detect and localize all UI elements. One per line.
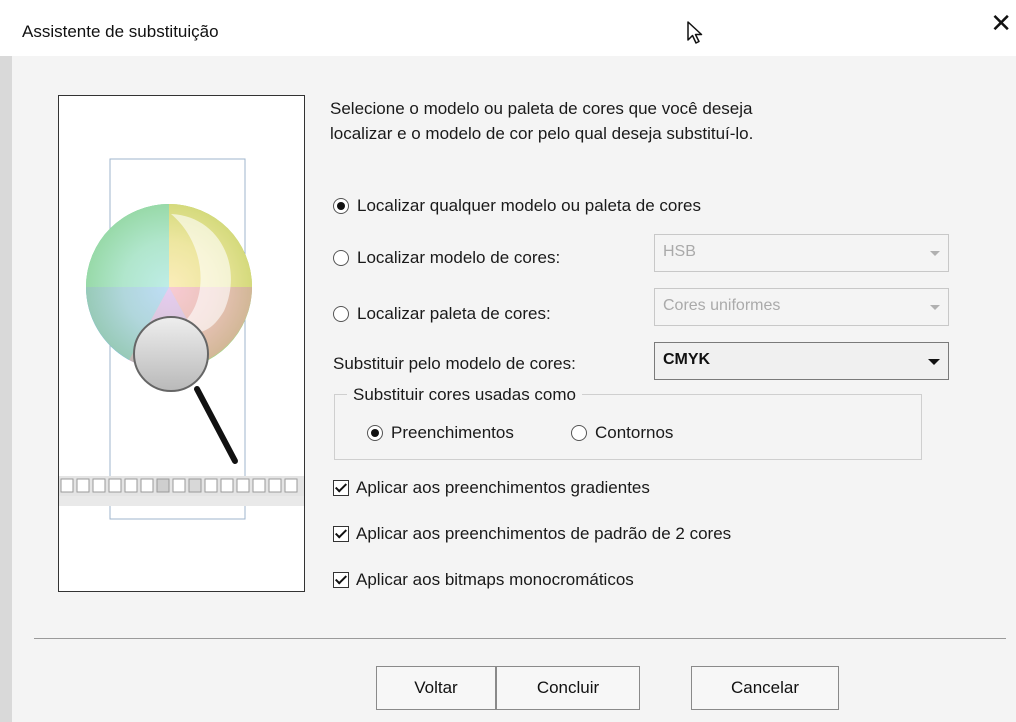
replace-usage-group: Substituir cores usadas como Preenchimen… (334, 385, 922, 460)
check-gradients[interactable]: Aplicar aos preenchimentos gradientes (333, 478, 650, 498)
radio-fills[interactable]: Preenchimentos (367, 423, 514, 443)
divider (34, 638, 1006, 639)
dropdown-arrow-icon (930, 251, 940, 256)
dialog-title: Assistente de substituição (22, 22, 219, 41)
radio-find-palette-label: Localizar paleta de cores: (357, 304, 551, 323)
checkbox[interactable] (333, 480, 349, 496)
radio-button[interactable] (367, 425, 383, 441)
title-bar: Assistente de substituição ✕ (0, 0, 1016, 56)
close-icon[interactable]: ✕ (990, 10, 1012, 36)
instructions-line-1: Selecione o modelo ou paleta de cores qu… (330, 99, 753, 118)
replace-model-label: Substituir pelo modelo de cores: (333, 354, 576, 373)
radio-find-any-label: Localizar qualquer modelo ou paleta de c… (357, 196, 702, 215)
radio-outlines[interactable]: Contornos (571, 423, 673, 443)
checkbox[interactable] (333, 526, 349, 542)
radio-find-model-label: Localizar modelo de cores: (357, 248, 561, 267)
check-gradients-label: Aplicar aos preenchimentos gradientes (356, 478, 650, 497)
radio-button[interactable] (333, 306, 349, 322)
cursor-icon (686, 20, 706, 51)
back-button[interactable]: Voltar (376, 666, 496, 710)
check-two-color-label: Aplicar aos preenchimentos de padrão de … (356, 524, 732, 543)
check-two-color[interactable]: Aplicar aos preenchimentos de padrão de … (333, 524, 731, 544)
replace-model-select[interactable]: CMYK (654, 342, 949, 380)
find-palette-select[interactable]: Cores uniformes (654, 288, 949, 326)
radio-find-model[interactable]: Localizar modelo de cores: (333, 248, 560, 268)
wizard-illustration (58, 95, 305, 592)
radio-find-any[interactable]: Localizar qualquer modelo ou paleta de c… (333, 196, 701, 216)
radio-button[interactable] (333, 198, 349, 214)
check-mono-bitmaps[interactable]: Aplicar aos bitmaps monocromáticos (333, 570, 634, 590)
checkbox[interactable] (333, 572, 349, 588)
replace-wizard-dialog: Assistente de substituição ✕ Selecione o… (0, 0, 1016, 722)
radio-button[interactable] (571, 425, 587, 441)
find-palette-value: Cores uniformes (663, 297, 781, 314)
dropdown-arrow-icon (928, 359, 940, 365)
dropdown-arrow-icon (930, 305, 940, 310)
instructions-line-2: localizar e o modelo de cor pelo qual de… (330, 124, 754, 143)
find-model-select[interactable]: HSB (654, 234, 949, 272)
find-model-value: HSB (663, 243, 696, 260)
instructions-text: Selecione o modelo ou paleta de cores qu… (330, 96, 890, 146)
radio-outlines-label: Contornos (595, 423, 674, 442)
replace-model-value: CMYK (663, 351, 711, 368)
cancel-button[interactable]: Cancelar (691, 666, 839, 710)
radio-button[interactable] (333, 250, 349, 266)
group-title: Substituir cores usadas como (347, 385, 582, 405)
radio-find-palette[interactable]: Localizar paleta de cores: (333, 304, 551, 324)
check-mono-bitmaps-label: Aplicar aos bitmaps monocromáticos (356, 570, 634, 589)
radio-fills-label: Preenchimentos (391, 423, 514, 442)
finish-button[interactable]: Concluir (496, 666, 640, 710)
